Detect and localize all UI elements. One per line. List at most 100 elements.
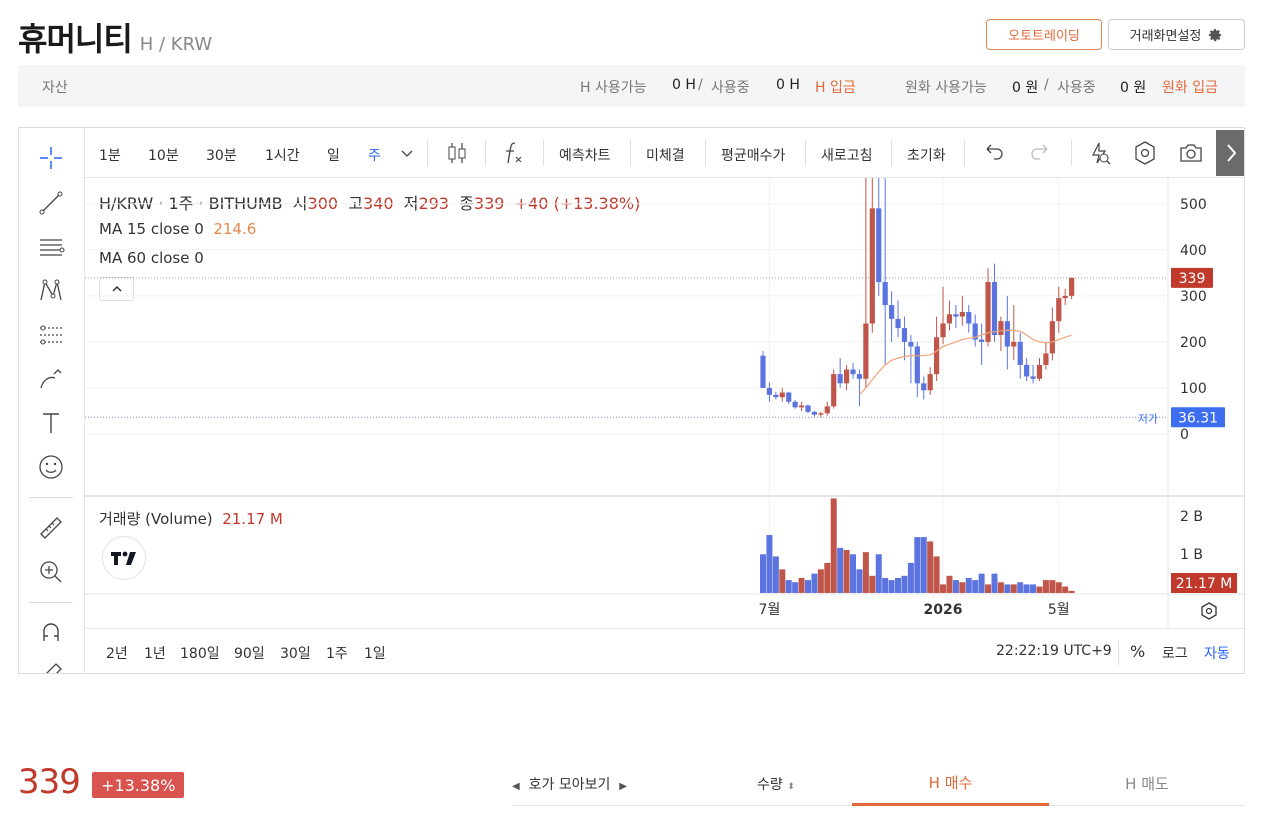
- candles-icon[interactable]: [443, 139, 471, 167]
- orderbook-toggle[interactable]: ◀ 호가 모아보기 ▶: [512, 774, 627, 794]
- camera-icon[interactable]: [1177, 139, 1205, 167]
- clock-label[interactable]: 22:22:19 UTC+9: [996, 643, 1112, 659]
- volume-bar: [1068, 590, 1075, 593]
- volume-bar: [798, 577, 805, 593]
- zoom-tool[interactable]: [35, 556, 67, 588]
- price-marker-text: 36.31: [1178, 410, 1218, 426]
- candle-body: [966, 311, 972, 324]
- volume-bar: [811, 573, 818, 593]
- interval-week[interactable]: 주: [368, 145, 381, 165]
- coin-slash: /: [698, 77, 703, 93]
- forecast-chart-button[interactable]: 예측차트: [559, 145, 611, 165]
- candle-body: [1024, 364, 1030, 377]
- time-tick-label: 5월: [1048, 602, 1070, 618]
- marker-caption: 저가: [1138, 412, 1158, 425]
- brush-tool[interactable]: [35, 363, 67, 395]
- candle-body: [876, 208, 882, 283]
- candle-body: [940, 323, 946, 338]
- ruler-icon: [40, 517, 62, 539]
- candle-body: [1017, 341, 1023, 365]
- tab-sell[interactable]: H 매도: [1049, 762, 1245, 806]
- range-180d[interactable]: 180일: [180, 643, 220, 663]
- smiley-icon: [39, 455, 63, 479]
- interval-day[interactable]: 일: [327, 145, 340, 165]
- auto-trading-button[interactable]: 오토트레이딩: [986, 19, 1102, 50]
- sort-icon: ⬍: [787, 782, 795, 792]
- open-orders-button[interactable]: 미체결: [646, 145, 685, 165]
- emoji-tool[interactable]: [35, 451, 67, 483]
- volume-bar: [862, 552, 869, 593]
- range-1y[interactable]: 1년: [144, 643, 166, 663]
- pattern-icon: [40, 279, 62, 301]
- candle-body: [1030, 376, 1036, 379]
- volume-bar: [901, 575, 908, 593]
- refresh-button[interactable]: 새로고침: [821, 145, 873, 165]
- pattern-tool[interactable]: [35, 275, 67, 307]
- range-1d[interactable]: 1일: [364, 643, 386, 663]
- trade-settings-label: 거래화면설정: [1129, 29, 1202, 44]
- settings-hex-icon[interactable]: [1131, 139, 1159, 167]
- time-tick-label: 7월: [759, 602, 781, 618]
- trade-settings-button[interactable]: 거래화면설정: [1108, 19, 1245, 50]
- volume-bar: [920, 537, 927, 593]
- quick-search-icon[interactable]: [1085, 139, 1113, 167]
- asset-label: 자산: [42, 80, 68, 96]
- volume-bar: [1023, 584, 1030, 593]
- text-tool[interactable]: [35, 407, 67, 439]
- text-icon: [43, 413, 59, 433]
- volume-bar: [817, 569, 824, 593]
- interval-30m[interactable]: 30분: [206, 145, 237, 165]
- caret-left-icon[interactable]: ◀: [512, 781, 520, 792]
- candle-body: [914, 346, 920, 384]
- candle-body: [946, 314, 953, 324]
- interval-1h[interactable]: 1시간: [265, 145, 300, 165]
- interval-10m[interactable]: 10분: [148, 145, 179, 165]
- krw-deposit-link[interactable]: 원화 입금: [1162, 77, 1218, 97]
- indicators-icon[interactable]: [499, 139, 527, 167]
- range-2y[interactable]: 2년: [106, 643, 128, 663]
- price-chart[interactable]: 01002003004005007월20265월1 B2 B고가594339저가…: [85, 178, 1245, 628]
- coin-available-label: H 사용가능: [580, 80, 647, 96]
- volume-bar: [882, 577, 889, 593]
- volume-bar: [914, 537, 921, 593]
- magnet-tool[interactable]: [35, 616, 67, 648]
- pencil-tool[interactable]: [35, 658, 67, 673]
- avg-buy-price-button[interactable]: 평균매수가: [721, 145, 785, 165]
- orderbook-label: 호가 모아보기: [528, 777, 611, 793]
- volume-bar: [965, 577, 972, 593]
- log-scale-toggle[interactable]: 로그: [1162, 643, 1188, 663]
- volume-bar: [997, 582, 1004, 593]
- crosshair-tool[interactable]: [35, 142, 67, 174]
- candle-body: [1049, 321, 1055, 354]
- forecast-tool[interactable]: [35, 319, 67, 351]
- toolbar-separator: [805, 140, 806, 166]
- interval-1m[interactable]: 1분: [99, 145, 121, 165]
- horizontal-lines-icon: [40, 239, 65, 256]
- tab-buy[interactable]: H 매수: [852, 762, 1049, 806]
- range-30d[interactable]: 30일: [280, 643, 311, 663]
- qty-sort[interactable]: 수량 ⬍: [757, 774, 795, 794]
- percent-scale-toggle[interactable]: %: [1130, 642, 1145, 661]
- measure-tool[interactable]: [35, 512, 67, 544]
- auto-scale-toggle[interactable]: 자동: [1204, 643, 1230, 663]
- coin-deposit-link[interactable]: H 입금: [815, 77, 856, 97]
- undo-icon[interactable]: [979, 139, 1007, 167]
- volume-bar: [952, 580, 959, 593]
- volume-bar: [907, 562, 914, 593]
- qty-label: 수량: [757, 777, 783, 793]
- caret-right-icon[interactable]: ▶: [619, 781, 627, 792]
- candle-body: [1004, 321, 1010, 347]
- trendline-tool[interactable]: [35, 187, 67, 219]
- fib-tool[interactable]: [35, 231, 67, 263]
- volume-bar: [972, 580, 979, 593]
- redo-icon[interactable]: [1027, 139, 1055, 167]
- range-1w[interactable]: 1주: [326, 643, 348, 663]
- range-90d[interactable]: 90일: [234, 643, 265, 663]
- reset-button[interactable]: 초기화: [907, 145, 946, 165]
- toolbar-separator: [630, 140, 631, 166]
- chevron-down-icon[interactable]: [398, 139, 416, 167]
- candle-body: [882, 282, 888, 306]
- volume-bar: [1004, 584, 1011, 593]
- expand-panel-button[interactable]: [1216, 130, 1244, 176]
- volume-bar: [843, 550, 850, 593]
